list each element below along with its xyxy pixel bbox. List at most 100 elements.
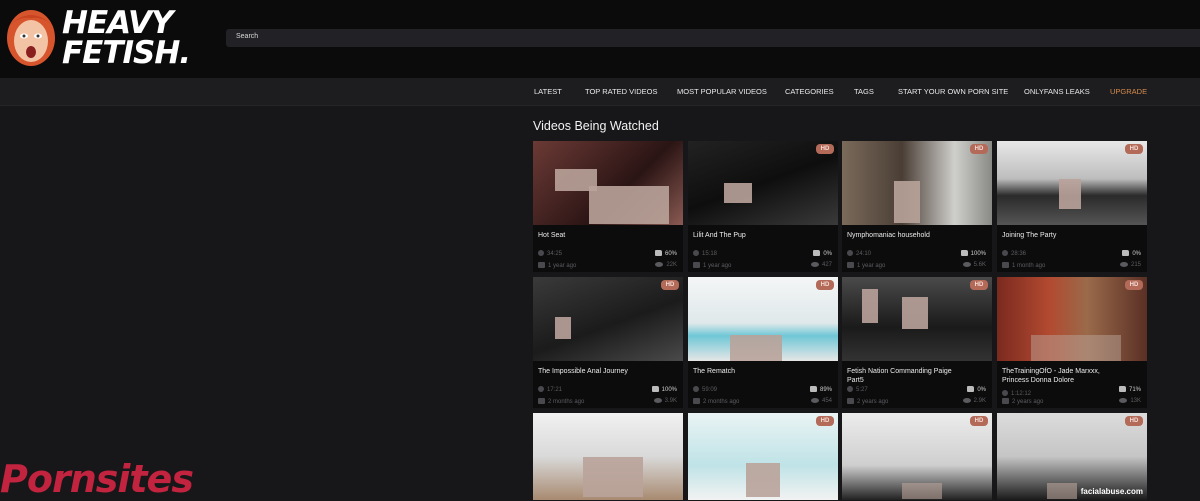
- eye-icon: [962, 262, 971, 267]
- nav-most-popular[interactable]: MOST POPULAR VIDEOS: [677, 87, 767, 96]
- video-thumbnail[interactable]: HD: [688, 141, 838, 225]
- video-views-text: 427: [821, 262, 832, 268]
- video-title[interactable]: Lilit And The Pup: [693, 231, 808, 240]
- site-logo[interactable]: HEAVY FETISH.: [4, 6, 191, 72]
- video-rating-text: 0%: [1132, 251, 1141, 257]
- video-age-text: 2 months ago: [548, 399, 585, 405]
- video-card[interactable]: HD Nymphomaniac household 24:10 100% 1 y…: [842, 141, 992, 272]
- video-thumbnail[interactable]: HD: [997, 277, 1147, 361]
- video-title[interactable]: Nymphomaniac household: [847, 231, 962, 240]
- video-card[interactable]: HD Lilit And The Pup 15:18 0% 1 year ago…: [688, 141, 838, 272]
- nav-start-site[interactable]: START YOUR OWN PORN SITE: [898, 87, 1008, 96]
- video-age-text: 1 month ago: [1012, 263, 1046, 269]
- video-card[interactable]: HD The Rematch 59:09 89% 2 months ago 45…: [688, 277, 838, 408]
- calendar-icon: [1002, 398, 1009, 404]
- hd-badge: HD: [970, 416, 988, 426]
- video-views: 13K: [1119, 398, 1141, 404]
- video-title[interactable]: The Rematch: [693, 367, 808, 376]
- video-rating: 0%: [1122, 250, 1141, 257]
- video-duration-text: 28:36: [1011, 251, 1027, 257]
- nav-upgrade[interactable]: UPGRADE: [1110, 87, 1147, 96]
- hd-badge: HD: [1125, 144, 1143, 154]
- video-views-text: 215: [1130, 262, 1141, 268]
- nav-tags[interactable]: TAGS: [854, 87, 874, 96]
- hd-badge: HD: [661, 280, 679, 290]
- video-title[interactable]: Hot Seat: [538, 231, 653, 240]
- nav-onlyfans-leaks[interactable]: ONLYFANS LEAKS: [1024, 87, 1090, 96]
- eye-icon: [653, 398, 662, 403]
- video-thumbnail[interactable]: HD: [688, 277, 838, 361]
- video-thumbnail[interactable]: HD: [688, 413, 838, 500]
- nav-categories[interactable]: CATEGORIES: [785, 87, 834, 96]
- eye-icon: [810, 262, 819, 267]
- video-thumbnail[interactable]: HD: [842, 277, 992, 361]
- video-views-text: 2.9K: [973, 398, 986, 404]
- video-duration: 24:10: [847, 250, 871, 257]
- clock-icon: [693, 250, 699, 256]
- video-views-text: 13K: [1130, 398, 1141, 404]
- calendar-icon: [693, 398, 700, 404]
- video-duration: 17:21: [538, 386, 562, 393]
- video-thumbnail[interactable]: HD: [533, 277, 683, 361]
- video-views: 427: [810, 262, 832, 268]
- nav-latest[interactable]: LATEST: [534, 87, 562, 96]
- hd-badge: HD: [1125, 416, 1143, 426]
- video-age: 2 years ago: [847, 398, 888, 405]
- logo-face-icon: [7, 10, 55, 66]
- video-thumbnail[interactable]: HD: [842, 413, 992, 500]
- video-age: 1 year ago: [693, 262, 731, 269]
- video-duration-text: 15:18: [702, 251, 718, 257]
- thumbs-up-icon: [809, 386, 817, 392]
- hd-badge: HD: [816, 144, 834, 154]
- video-duration-text: 34:25: [547, 251, 563, 257]
- video-rating: 89%: [809, 386, 832, 393]
- video-card[interactable]: HD: [842, 413, 992, 500]
- video-rating-text: 89%: [819, 387, 832, 393]
- video-card[interactable]: HD: [688, 413, 838, 500]
- thumbnail-watermark: facialabuse.com: [1080, 487, 1143, 496]
- pornsites-watermark: Pornsites: [0, 457, 194, 501]
- video-rating-text: 71%: [1128, 387, 1141, 393]
- video-rating: 60%: [654, 250, 677, 257]
- video-title[interactable]: Joining The Party: [1002, 231, 1117, 240]
- video-thumbnail[interactable]: HD: [997, 141, 1147, 225]
- video-duration: 59:09: [693, 386, 717, 393]
- search-input[interactable]: Search: [226, 29, 1200, 47]
- video-title[interactable]: TheTrainingOfO - Jade Marxxx, Princess D…: [1002, 367, 1117, 385]
- calendar-icon: [847, 398, 854, 404]
- video-duration-text: 24:10: [856, 251, 872, 257]
- video-age: 2 years ago: [1002, 398, 1043, 405]
- calendar-icon: [1002, 262, 1009, 268]
- video-card[interactable]: HD TheTrainingOfO - Jade Marxxx, Princes…: [997, 277, 1147, 408]
- calendar-icon: [693, 262, 700, 268]
- video-rating: 0%: [967, 386, 986, 393]
- video-thumbnail[interactable]: HD facialabuse.com: [997, 413, 1147, 500]
- video-title[interactable]: Fetish Nation Commanding Paige Part5: [847, 367, 962, 385]
- video-rating-text: 0%: [977, 387, 986, 393]
- video-age: 1 month ago: [1002, 262, 1045, 269]
- clock-icon: [693, 386, 699, 392]
- video-card[interactable]: HD facialabuse.com: [997, 413, 1147, 500]
- video-card[interactable]: HD The Impossible Anal Journey 17:21 100…: [533, 277, 683, 408]
- video-thumbnail[interactable]: [533, 413, 683, 500]
- video-card[interactable]: Hot Seat 34:25 60% 1 year ago 22K: [533, 141, 683, 272]
- video-card[interactable]: [533, 413, 683, 500]
- video-thumbnail[interactable]: HD: [842, 141, 992, 225]
- video-age-text: 1 year ago: [857, 263, 886, 269]
- video-card[interactable]: HD Fetish Nation Commanding Paige Part5 …: [842, 277, 992, 408]
- nav-top-rated[interactable]: TOP RATED VIDEOS: [585, 87, 658, 96]
- eye-icon: [810, 398, 819, 403]
- video-card[interactable]: HD Joining The Party 28:36 0% 1 month ag…: [997, 141, 1147, 272]
- clock-icon: [847, 250, 853, 256]
- video-age-text: 1 year ago: [703, 263, 732, 269]
- video-thumbnail[interactable]: [533, 141, 683, 225]
- calendar-icon: [538, 262, 545, 268]
- site-header: HEAVY FETISH. Search: [0, 0, 1200, 78]
- video-title[interactable]: The Impossible Anal Journey: [538, 367, 653, 376]
- video-age-text: 2 years ago: [857, 399, 889, 405]
- hd-badge: HD: [816, 416, 834, 426]
- thumbs-up-icon: [654, 250, 662, 256]
- clock-icon: [1002, 390, 1008, 396]
- video-duration-text: 5:27: [856, 387, 868, 393]
- search-label: Search: [236, 33, 259, 40]
